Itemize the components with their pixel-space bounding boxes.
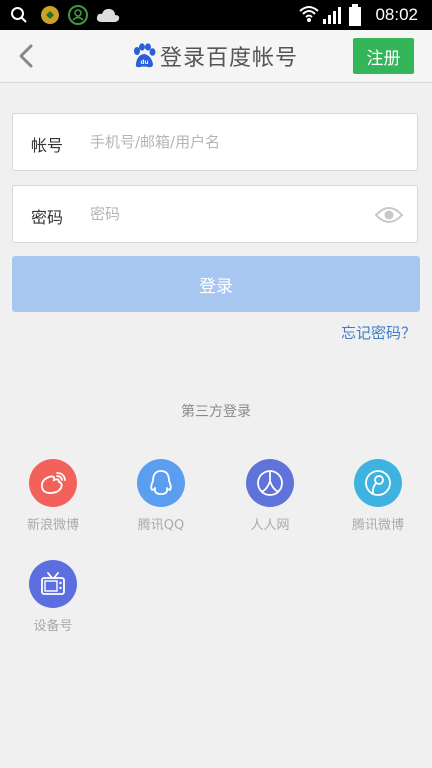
tencent-weibo-icon[interactable] [354, 459, 402, 507]
social-login-tencent-weibo[interactable]: 腾讯微博 [333, 459, 423, 533]
contacts-icon [68, 5, 88, 25]
social-label-renren: 人人网 [250, 518, 290, 533]
password-field[interactable]: 密码 [12, 185, 418, 243]
account-field[interactable]: 帐号 [12, 113, 418, 171]
signal-icon [323, 7, 341, 24]
login-button[interactable]: 登录 [12, 256, 420, 312]
svg-text:du: du [141, 59, 149, 66]
social-login-renren[interactable]: 人人网 [225, 459, 315, 533]
wifi-icon [299, 6, 319, 22]
tv-device-icon[interactable] [29, 560, 77, 608]
social-label-weibo: 新浪微博 [26, 518, 79, 533]
back-arrow-icon[interactable] [12, 40, 42, 72]
status-time: 08:02 [375, 5, 418, 24]
weibo-icon[interactable] [29, 459, 77, 507]
app-notification-icon [41, 6, 59, 24]
social-login-device[interactable]: 设备号 [8, 560, 98, 634]
status-bar: 08:02 [0, 0, 432, 30]
password-label: 密码 [31, 208, 64, 227]
account-label: 帐号 [31, 136, 64, 155]
social-label-tencent-weibo: 腾讯微博 [351, 518, 404, 533]
show-password-eye-icon[interactable] [375, 205, 403, 225]
social-login-qq[interactable]: 腾讯QQ [116, 459, 206, 533]
qq-icon[interactable] [137, 459, 185, 507]
social-label-qq: 腾讯QQ [137, 518, 185, 533]
third-party-heading: 第三方登录 [181, 404, 251, 420]
register-button[interactable]: 注册 [353, 38, 414, 74]
social-label-device: 设备号 [33, 619, 73, 634]
password-input[interactable] [90, 194, 370, 234]
cloud-icon [96, 8, 120, 22]
battery-icon [349, 4, 361, 26]
renren-icon[interactable] [246, 459, 294, 507]
header-bar: du 登录百度帐号 注册 [0, 30, 432, 83]
forgot-password-link[interactable]: 忘记密码？ [341, 322, 416, 343]
title-text: 登录百度帐号 [160, 46, 299, 71]
account-input[interactable] [90, 122, 370, 162]
search-icon [11, 7, 27, 23]
social-login-weibo[interactable]: 新浪微博 [8, 459, 98, 533]
baidu-paw-icon: du [134, 43, 156, 68]
page-title: du 登录百度帐号 [132, 40, 298, 72]
